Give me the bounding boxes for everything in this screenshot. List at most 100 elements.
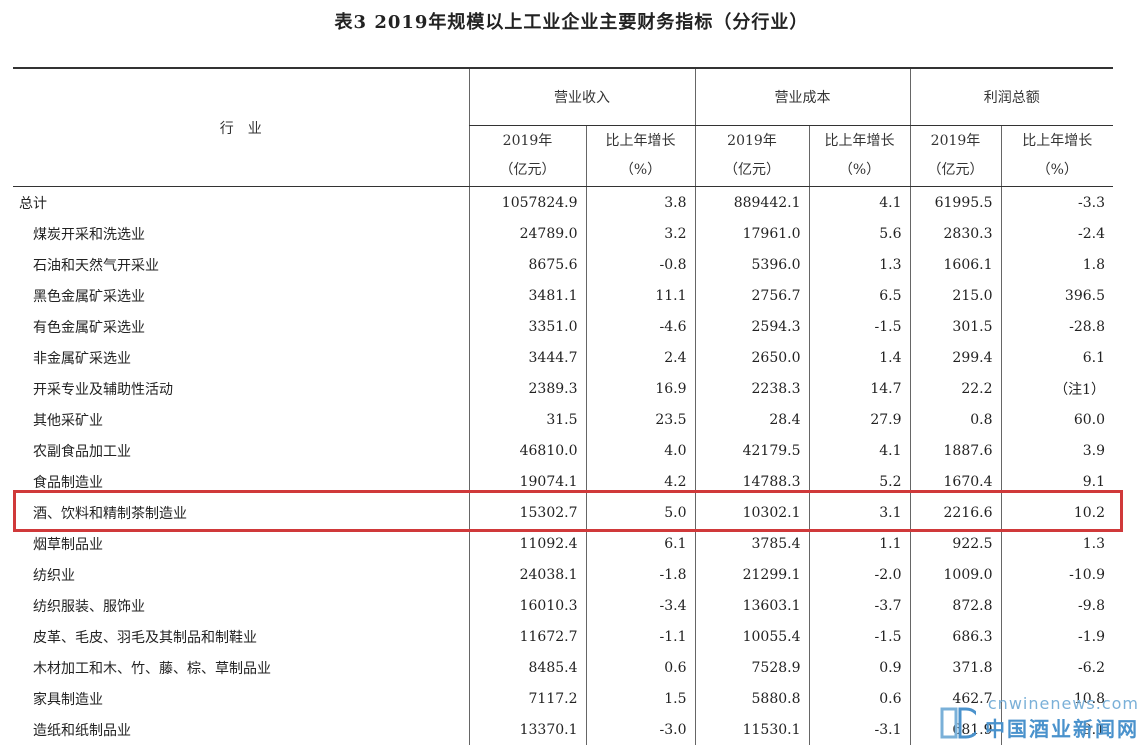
revenue-value-cell: 3351.0 (469, 311, 586, 342)
table-title: 表3 2019年规模以上工业企业主要财务指标（分行业） (0, 8, 1143, 34)
profit-value-cell: 215.0 (910, 280, 1001, 311)
revenue-growth-cell: 11.1 (586, 280, 695, 311)
profit-header: 利润总额 (910, 68, 1113, 126)
table-row: 有色金属矿采选业3351.0-4.62594.3-1.5301.5-28.8 (13, 311, 1113, 342)
cost-value-cell: 17961.0 (695, 218, 809, 249)
revenue-value-cell: 2389.3 (469, 373, 586, 404)
profit-growth-cell: -6.2 (1001, 652, 1113, 683)
industry-name-cell: 农副食品加工业 (13, 435, 469, 466)
highlight-box-wine-beverage-row (13, 490, 1123, 532)
industry-name-cell: 总计 (13, 187, 469, 219)
industry-name-cell: 皮革、毛皮、羽毛及其制品和制鞋业 (13, 621, 469, 652)
revenue-value-cell: 46810.0 (469, 435, 586, 466)
cost-growth-cell: -1.5 (809, 621, 910, 652)
revenue-value-cell: 8485.4 (469, 652, 586, 683)
cost-value-cell: 5396.0 (695, 249, 809, 280)
profit-growth-cell: 1.3 (1001, 528, 1113, 559)
profit-growth-cell: 396.5 (1001, 280, 1113, 311)
profit-growth-cell: -9.8 (1001, 590, 1113, 621)
industry-name-cell: 黑色金属矿采选业 (13, 280, 469, 311)
profit-growth-header: 比上年增长（%） (1001, 126, 1113, 187)
watermark-logo-icon (940, 706, 976, 740)
revenue-value-cell: 13370.1 (469, 714, 586, 745)
profit-value-cell: 1606.1 (910, 249, 1001, 280)
cost-growth-cell: -1.5 (809, 311, 910, 342)
cost-growth-cell: 1.3 (809, 249, 910, 280)
cost-value-cell: 2238.3 (695, 373, 809, 404)
revenue-growth-cell: -1.8 (586, 559, 695, 590)
table-row: 农副食品加工业46810.04.042179.54.11887.63.9 (13, 435, 1113, 466)
profit-value-cell: 2830.3 (910, 218, 1001, 249)
profit-value-cell: 22.2 (910, 373, 1001, 404)
revenue-value-cell: 8675.6 (469, 249, 586, 280)
table-row: 煤炭开采和洗选业24789.03.217961.05.62830.3-2.4 (13, 218, 1113, 249)
profit-value-cell: 0.8 (910, 404, 1001, 435)
revenue-value-cell: 3444.7 (469, 342, 586, 373)
industry-name-cell: 非金属矿采选业 (13, 342, 469, 373)
cost-growth-cell: -2.0 (809, 559, 910, 590)
industry-name-cell: 纺织服装、服饰业 (13, 590, 469, 621)
revenue-growth-cell: 3.2 (586, 218, 695, 249)
revenue-header: 营业收入 (469, 68, 695, 126)
revenue-growth-cell: 4.0 (586, 435, 695, 466)
revenue-growth-header: 比上年增长（%） (586, 126, 695, 187)
profit-value-cell: 299.4 (910, 342, 1001, 373)
profit-growth-cell: -10.9 (1001, 559, 1113, 590)
cost-growth-cell: 0.6 (809, 683, 910, 714)
table-row: 烟草制品业11092.46.13785.41.1922.51.3 (13, 528, 1113, 559)
profit-growth-cell: -3.3 (1001, 187, 1113, 219)
profit-value-cell: 371.8 (910, 652, 1001, 683)
table-row: 纺织业24038.1-1.821299.1-2.01009.0-10.9 (13, 559, 1113, 590)
cost-value-cell: 7528.9 (695, 652, 809, 683)
profit-growth-cell: 3.9 (1001, 435, 1113, 466)
cost-growth-cell: 5.6 (809, 218, 910, 249)
profit-value-cell: 1009.0 (910, 559, 1001, 590)
industry-name-cell: 家具制造业 (13, 683, 469, 714)
table-row: 其他采矿业31.523.528.427.90.860.0 (13, 404, 1113, 435)
profit-growth-cell: 6.1 (1001, 342, 1113, 373)
revenue-value-cell: 3481.1 (469, 280, 586, 311)
cost-growth-cell: 4.1 (809, 187, 910, 219)
cost-value-cell: 3785.4 (695, 528, 809, 559)
cost-growth-cell: 6.5 (809, 280, 910, 311)
table-row: 黑色金属矿采选业3481.111.12756.76.5215.0396.5 (13, 280, 1113, 311)
industry-name-cell: 煤炭开采和洗选业 (13, 218, 469, 249)
industry-name-cell: 石油和天然气开采业 (13, 249, 469, 280)
cost-header: 营业成本 (695, 68, 910, 126)
profit-value-cell: 61995.5 (910, 187, 1001, 219)
revenue-value-cell: 7117.2 (469, 683, 586, 714)
table-row: 纺织服装、服饰业16010.3-3.413603.1-3.7872.8-9.8 (13, 590, 1113, 621)
revenue-growth-cell: -4.6 (586, 311, 695, 342)
industry-name-cell: 开采专业及辅助性活动 (13, 373, 469, 404)
cost-value-cell: 13603.1 (695, 590, 809, 621)
cost-growth-cell: -3.7 (809, 590, 910, 621)
table-row: 木材加工和木、竹、藤、棕、草制品业8485.40.67528.90.9371.8… (13, 652, 1113, 683)
cost-year-header: 2019年（亿元） (695, 126, 809, 187)
cost-growth-cell: 0.9 (809, 652, 910, 683)
revenue-growth-cell: -3.4 (586, 590, 695, 621)
revenue-value-cell: 24789.0 (469, 218, 586, 249)
table-body: 总计1057824.93.8889442.14.161995.5-3.3煤炭开采… (13, 187, 1113, 745)
revenue-value-cell: 31.5 (469, 404, 586, 435)
cost-growth-cell: 1.1 (809, 528, 910, 559)
revenue-growth-cell: -0.8 (586, 249, 695, 280)
industry-name-cell: 烟草制品业 (13, 528, 469, 559)
cost-growth-cell: -3.1 (809, 714, 910, 745)
cost-growth-cell: 27.9 (809, 404, 910, 435)
cost-value-cell: 2650.0 (695, 342, 809, 373)
cost-value-cell: 889442.1 (695, 187, 809, 219)
revenue-growth-cell: 2.4 (586, 342, 695, 373)
revenue-growth-cell: 16.9 (586, 373, 695, 404)
cost-value-cell: 42179.5 (695, 435, 809, 466)
cost-growth-cell: 4.1 (809, 435, 910, 466)
revenue-growth-cell: 23.5 (586, 404, 695, 435)
profit-value-cell: 1887.6 (910, 435, 1001, 466)
table-row: 石油和天然气开采业8675.6-0.85396.01.31606.11.8 (13, 249, 1113, 280)
table-row: 皮革、毛皮、羽毛及其制品和制鞋业11672.7-1.110055.4-1.568… (13, 621, 1113, 652)
industry-name-cell: 纺织业 (13, 559, 469, 590)
profit-value-cell: 922.5 (910, 528, 1001, 559)
revenue-value-cell: 16010.3 (469, 590, 586, 621)
revenue-growth-cell: 1.5 (586, 683, 695, 714)
revenue-growth-cell: 0.6 (586, 652, 695, 683)
table-row: 总计1057824.93.8889442.14.161995.5-3.3 (13, 187, 1113, 219)
